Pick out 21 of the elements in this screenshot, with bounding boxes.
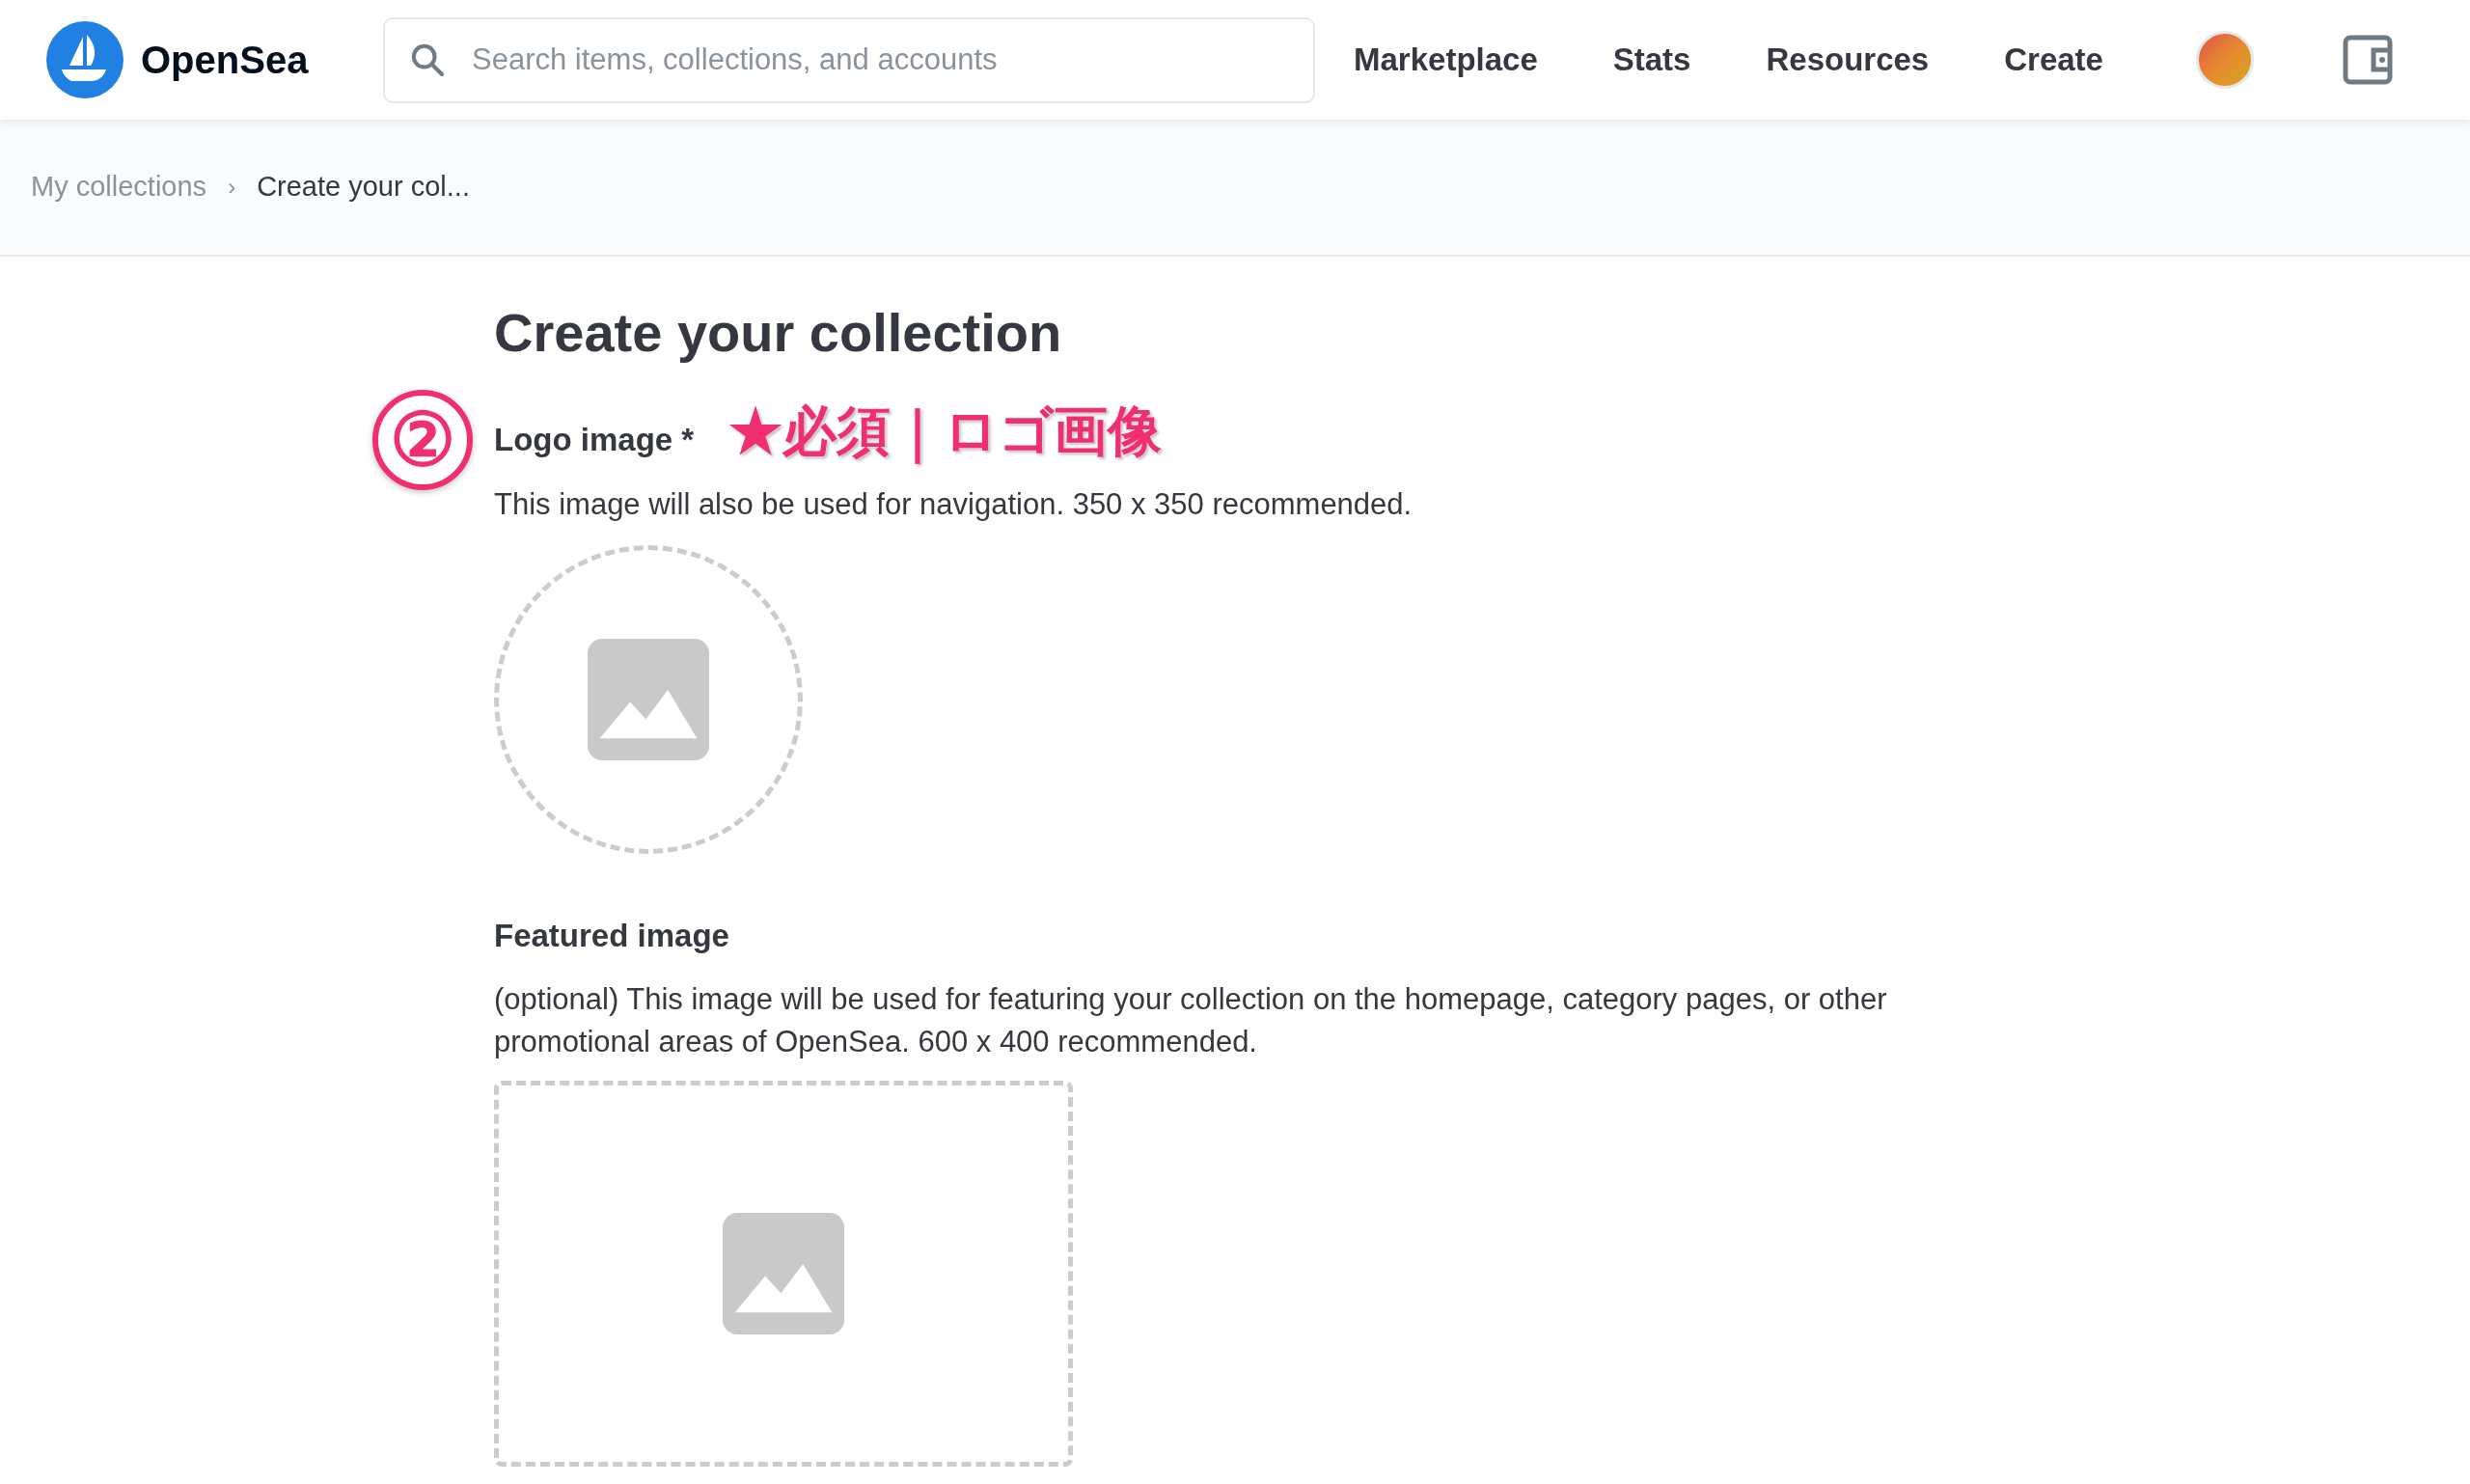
nav-link[interactable]: Resources bbox=[1766, 36, 1930, 84]
page-title: Create your collection bbox=[494, 301, 1063, 365]
image-placeholder-icon bbox=[588, 638, 709, 760]
breadcrumb-link[interactable]: Create your col... bbox=[257, 166, 470, 208]
step-number-badge: ② bbox=[372, 390, 473, 490]
annotation-text: ★必須｜ロゴ画像 bbox=[728, 398, 1163, 465]
wallet-icon[interactable] bbox=[2342, 35, 2395, 85]
field-description: This image will also be used for navigation. 350 x 350 recommended. bbox=[494, 486, 1413, 523]
nav-link[interactable]: Create bbox=[2004, 36, 2103, 84]
brand-name: OpenSea bbox=[141, 38, 309, 83]
ship-logo-icon bbox=[46, 21, 124, 98]
search-field[interactable]: Search items, collections, and accounts bbox=[383, 16, 1315, 103]
logo-upload-area[interactable] bbox=[494, 544, 803, 854]
nav-link[interactable]: Stats bbox=[1612, 36, 1691, 84]
field-description: (optional) This image will be used for featuring your collection on the homepage, category pages, or other promotional areas of OpenSea. 600 x 400 recommended. bbox=[494, 981, 1888, 1060]
field-label: Logo image * bbox=[494, 420, 695, 459]
nav-link[interactable]: Marketplace bbox=[1354, 36, 1538, 84]
featured-upload-area[interactable] bbox=[494, 1081, 1073, 1467]
image-placeholder-icon bbox=[723, 1213, 844, 1334]
field-label: Featured image bbox=[494, 916, 730, 955]
breadcrumb-separator: › bbox=[228, 173, 236, 202]
